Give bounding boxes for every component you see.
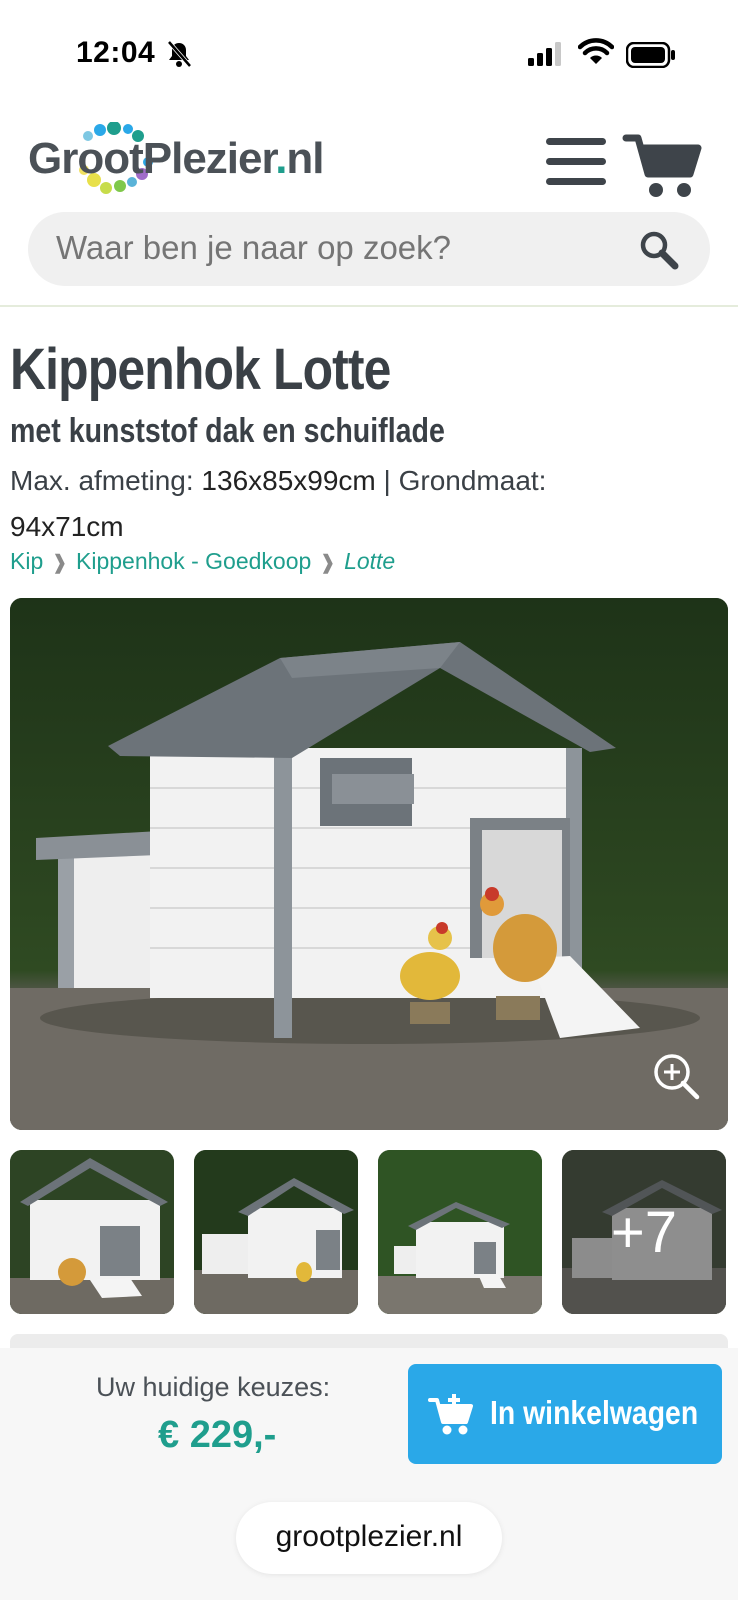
dims-label-max: Max. afmeting: xyxy=(10,465,194,496)
wifi-icon xyxy=(578,38,614,64)
breadcrumb-link-kippenhok-goedkoop[interactable]: Kippenhok - Goedkoop xyxy=(76,548,311,574)
breadcrumb-separator: ❱ xyxy=(319,552,337,574)
status-bar: 12:04 xyxy=(0,0,738,100)
search-icon[interactable] xyxy=(638,229,680,271)
menu-button[interactable] xyxy=(542,134,610,190)
breadcrumb-separator: ❱ xyxy=(51,552,69,574)
product-title: Kippenhok Lotte xyxy=(10,337,391,402)
gallery-thumbnail[interactable] xyxy=(378,1150,542,1314)
battery-icon xyxy=(626,42,675,68)
status-time: 12:04 xyxy=(76,36,156,69)
gallery-thumbnail-more[interactable]: +7 xyxy=(562,1150,726,1314)
content-divider xyxy=(10,1334,728,1348)
more-images-count: +7 xyxy=(562,1150,726,1314)
gallery-thumbnail[interactable] xyxy=(194,1150,358,1314)
dims-separator: | xyxy=(383,465,391,496)
add-to-cart-label: In winkelwagen xyxy=(490,1394,699,1431)
product-subtitle: met kunststof dak en schuiflade xyxy=(10,412,445,450)
thumbnail-image xyxy=(194,1150,358,1314)
shopping-cart-icon[interactable] xyxy=(622,130,702,200)
browser-url-bar[interactable]: grootplezier.nl xyxy=(236,1502,502,1574)
dims-label-ground: Grondmaat: xyxy=(398,465,547,496)
logo-wordmark: GrootPlezier.nl xyxy=(28,134,325,183)
add-to-cart-icon xyxy=(428,1394,473,1435)
chicken-coop-photo xyxy=(10,598,728,1130)
dims-value-max: 136x85x99cm xyxy=(201,465,376,496)
current-choice-label: Uw huidige keuzes: xyxy=(96,1372,331,1402)
search-bar[interactable] xyxy=(28,212,710,286)
search-input[interactable] xyxy=(56,229,616,267)
hamburger-line xyxy=(546,158,606,165)
breadcrumb-current: Lotte xyxy=(344,548,396,574)
site-logo[interactable]: GrootPlezier.nl xyxy=(28,122,388,196)
product-price: € 229,- xyxy=(158,1414,277,1456)
dims-value-ground: 94x71cm xyxy=(10,511,124,542)
thumbnail-image xyxy=(10,1150,174,1314)
add-to-cart-button[interactable]: In winkelwagen xyxy=(408,1364,722,1464)
zoom-in-icon[interactable] xyxy=(650,1050,702,1102)
cellular-signal-icon xyxy=(528,42,561,66)
breadcrumb: Kip ❱ Kippenhok - Goedkoop ❱ Lotte xyxy=(10,548,395,575)
gallery-thumbnail[interactable] xyxy=(10,1150,174,1314)
thumbnail-image xyxy=(378,1150,542,1314)
hamburger-line xyxy=(546,178,606,185)
purchase-bar: Uw huidige keuzes: € 229,- In winkelwage… xyxy=(0,1348,738,1600)
breadcrumb-link-kip[interactable]: Kip xyxy=(10,548,43,574)
header-divider xyxy=(0,305,738,307)
hamburger-menu-icon xyxy=(546,138,606,145)
bell-slash-icon xyxy=(167,40,192,68)
browser-url: grootplezier.nl xyxy=(275,1520,463,1553)
product-main-image[interactable] xyxy=(10,598,728,1130)
product-dimensions: Max. afmeting: 136x85x99cm | Grondmaat: … xyxy=(10,458,710,550)
